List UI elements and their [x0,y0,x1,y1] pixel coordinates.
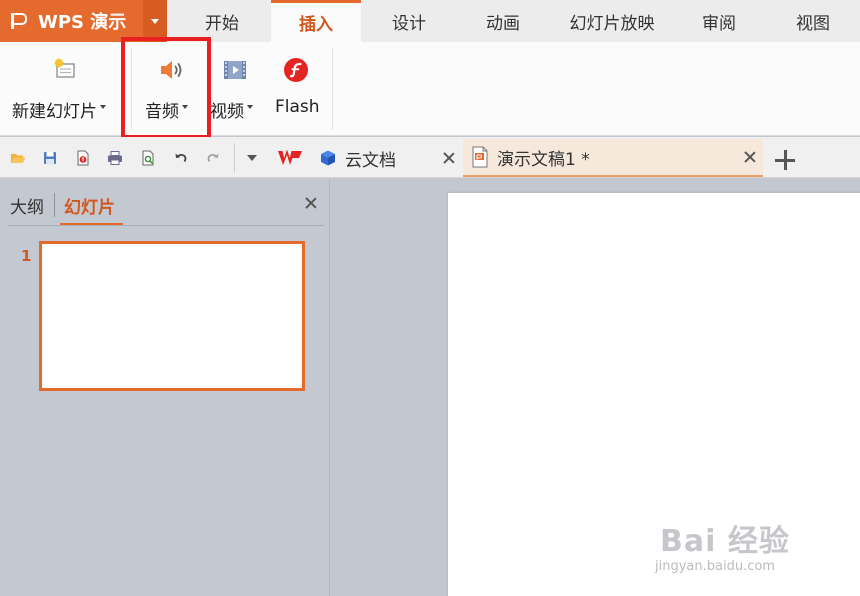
slide-canvas[interactable] [448,193,860,596]
presentation-file-icon [472,146,488,168]
title-tab-bar: WPS 演示 开始 插入 设计 动画 幻灯片放映 审阅 视图 [0,0,860,42]
panel-tab-separator [54,193,55,217]
app-menu-button[interactable]: WPS 演示 [0,0,143,42]
new-slide-button[interactable]: 新建幻灯片 [8,42,120,136]
document-tab-label: 演示文稿1 * [497,149,590,170]
flash-button[interactable]: Flash [270,42,326,136]
cloud-cube-icon [321,150,335,166]
wps-logo-icon [278,150,302,165]
save-icon[interactable] [42,150,58,166]
video-icon [224,61,246,79]
close-tab-icon[interactable] [744,151,756,163]
caret-down-icon [100,105,106,109]
outline-tab[interactable]: 大纲 [10,193,44,218]
close-tab-icon[interactable] [443,152,455,164]
print-preview-icon[interactable] [140,150,156,166]
baidu-watermark-url: jingyan.baidu.com [655,559,775,574]
chevron-down-icon [151,18,159,24]
tab-animation[interactable]: 动画 [458,0,548,42]
print-icon[interactable] [107,150,123,166]
new-slide-icon [54,58,75,78]
document-tab-active[interactable]: 演示文稿1 * [463,139,763,177]
ribbon-separator [332,48,333,130]
tab-insert[interactable]: 插入 [271,0,361,42]
tab-review[interactable]: 审阅 [676,0,762,42]
wps-home-tab[interactable] [271,139,311,177]
customize-toolbar-dropdown-icon[interactable] [246,153,258,163]
slides-panel: 大纲 幻灯片 1 [0,179,330,596]
wps-presentation-logo-icon [8,11,28,31]
toolbar-separator [234,143,235,173]
tab-home[interactable]: 开始 [176,0,268,42]
video-label: 视频 [210,102,244,122]
cloud-docs-tab[interactable]: 云文档 [314,139,460,177]
tab-slideshow[interactable]: 幻灯片放映 [553,0,671,42]
flash-icon [284,58,308,82]
quick-access-toolbar: 云文档 演示文稿1 * [0,137,860,178]
slide-number: 1 [21,247,32,265]
app-name: WPS 演示 [38,12,127,33]
open-folder-icon[interactable] [10,150,26,166]
flash-label: Flash [275,97,320,117]
undo-icon[interactable] [173,150,189,166]
tab-design[interactable]: 设计 [364,0,454,42]
cloud-docs-label: 云文档 [345,150,396,171]
new-slide-label: 新建幻灯片 [12,102,97,122]
new-tab-plus-icon[interactable] [775,150,795,170]
baidu-watermark: Bai 经验 [660,524,790,559]
close-panel-icon[interactable] [305,197,317,209]
app-menu-dropdown-button[interactable] [143,0,167,42]
redo-icon[interactable] [205,150,221,166]
panel-divider [8,225,324,226]
caret-down-icon [247,105,253,109]
video-button[interactable]: 视频 [209,42,265,136]
tab-view[interactable]: 视图 [766,0,860,42]
slide-thumbnail[interactable] [39,241,305,391]
highlight-box [121,37,211,139]
slides-tab[interactable]: 幻灯片 [64,193,115,218]
export-pdf-icon[interactable] [75,150,91,166]
